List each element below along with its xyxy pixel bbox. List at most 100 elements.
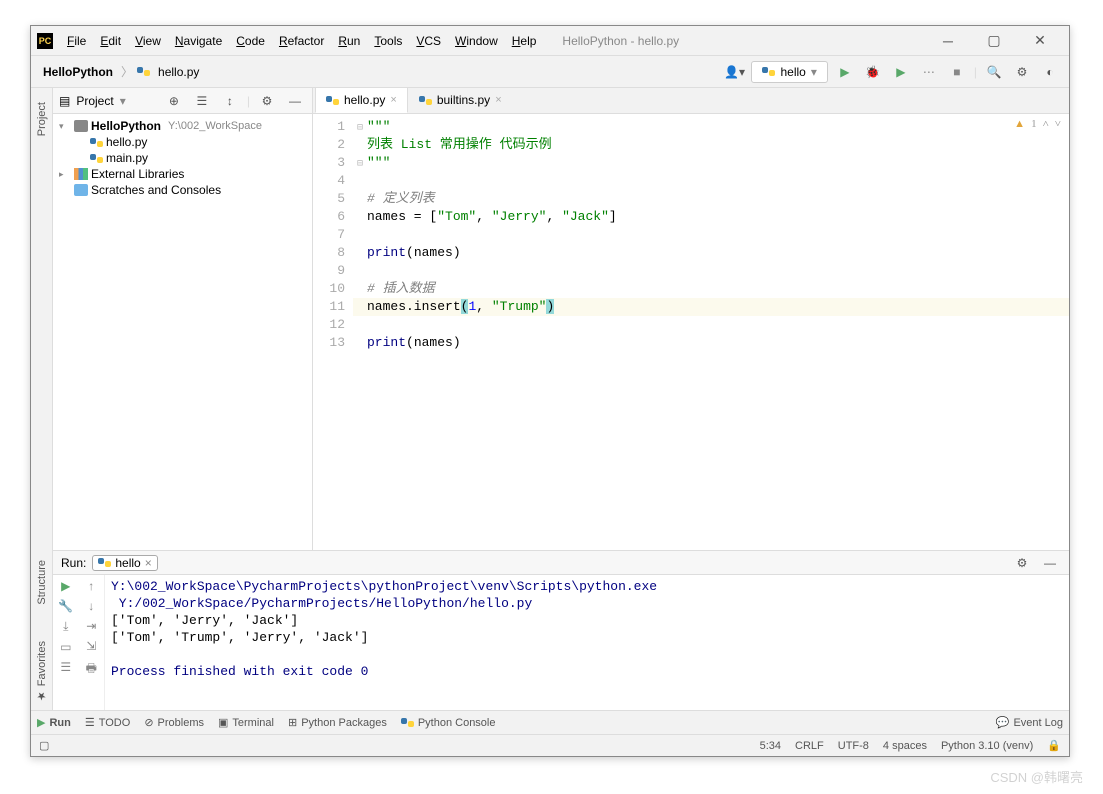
menu-file[interactable]: File	[61, 31, 92, 51]
gear-icon[interactable]: ⚙	[1011, 552, 1033, 574]
bottom-todo[interactable]: ☰TODO	[85, 716, 130, 729]
up-arrow-icon[interactable]: ↑	[88, 579, 94, 593]
upper-split: ▤ Project ▾ ⊕ ☰ ↕ | ⚙ — ▾	[53, 88, 1069, 550]
tree-file[interactable]: hello.py	[53, 134, 312, 150]
project-header-title[interactable]: Project	[76, 94, 113, 108]
layout-icon[interactable]: ▭	[60, 640, 71, 654]
sidebar-favorites-tab[interactable]: ★ Favorites	[33, 633, 50, 710]
console-output[interactable]: Y:\002_WorkSpace\PycharmProjects\pythonP…	[105, 575, 1069, 710]
chevron-up-icon[interactable]: ˄	[1043, 118, 1049, 130]
ide-window: PC FileEditViewNavigateCodeRefactorRunTo…	[30, 25, 1070, 757]
close-tab-icon[interactable]: ×	[390, 94, 396, 106]
run-tab[interactable]: hello ×	[92, 555, 157, 571]
hide-icon[interactable]: —	[1039, 552, 1061, 574]
hide-icon[interactable]: —	[284, 90, 306, 112]
encoding[interactable]: UTF-8	[838, 740, 869, 752]
wrap-icon[interactable]: ⇥	[86, 619, 96, 633]
inspection-widget[interactable]: ▲ 1 ˄ ˅	[1014, 118, 1061, 130]
sidebar-project-tab[interactable]: Project	[34, 94, 50, 144]
python-icon	[98, 556, 111, 569]
chevron-right-icon[interactable]: ▸	[59, 169, 71, 180]
code-area[interactable]: ⊟"""列表 List 常用操作 代码示例⊟"""# 定义列表names = […	[353, 114, 1069, 550]
scratches-icon	[74, 184, 88, 196]
bottom-problems[interactable]: ⊘Problems	[144, 716, 204, 729]
run-config-name: hello	[780, 65, 805, 79]
tree-file[interactable]: main.py	[53, 150, 312, 166]
editor-tab[interactable]: hello.py×	[315, 87, 408, 113]
bottom-run[interactable]: ▶Run	[37, 716, 71, 729]
menu-code[interactable]: Code	[230, 31, 271, 51]
menu-refactor[interactable]: Refactor	[273, 31, 330, 51]
menu-window[interactable]: Window	[449, 31, 504, 51]
menu-help[interactable]: Help	[506, 31, 543, 51]
chevron-down-icon[interactable]: ˅	[1055, 118, 1061, 130]
line-ending[interactable]: CRLF	[795, 740, 824, 752]
expand-all-icon[interactable]: ☰	[191, 90, 213, 112]
chevron-down-icon[interactable]: ▾	[59, 121, 71, 132]
collapse-all-icon[interactable]: ↕	[219, 90, 241, 112]
breadcrumb-file[interactable]: hello.py	[154, 63, 203, 81]
run-coverage-button[interactable]: ▶	[890, 61, 912, 83]
editor-tabs: hello.py×builtins.py×	[313, 88, 1069, 114]
run-toolbar: ▶ 🔧 ⤓ ▭ ☰ ↑ ↓ ⇥ ⇲ 🖶	[53, 575, 105, 710]
settings-icon[interactable]: ⚙	[1011, 61, 1033, 83]
rerun-button[interactable]: ▶	[61, 579, 70, 593]
debug-button[interactable]: 🐞	[862, 61, 884, 83]
maximize-button[interactable]: ▢	[971, 27, 1017, 55]
down-arrow-icon[interactable]: ↓	[88, 599, 94, 613]
toolwindow-toggle-icon[interactable]: ▢	[39, 739, 49, 752]
python-file-icon	[90, 152, 103, 165]
menu-navigate[interactable]: Navigate	[169, 31, 228, 51]
menu-run[interactable]: Run	[332, 31, 366, 51]
app-icon: PC	[37, 33, 53, 49]
scroll-icon[interactable]: ⇲	[86, 639, 96, 653]
content-area: ▤ Project ▾ ⊕ ☰ ↕ | ⚙ — ▾	[53, 88, 1069, 710]
attach-button[interactable]: ⋯	[918, 61, 940, 83]
search-icon[interactable]: 🔍	[983, 61, 1005, 83]
menu-edit[interactable]: Edit	[94, 31, 127, 51]
close-tab-icon[interactable]: ×	[495, 94, 501, 106]
down-icon[interactable]: ⤓	[63, 619, 68, 634]
close-button[interactable]: ✕	[1017, 27, 1063, 55]
code-editor[interactable]: 12345678910111213 ⊟"""列表 List 常用操作 代码示例⊟…	[313, 114, 1069, 550]
library-icon	[74, 168, 88, 180]
tree-external-libs[interactable]: ▸ External Libraries	[53, 166, 312, 182]
lock-icon[interactable]: 🔒	[1047, 739, 1061, 752]
main-area: Project Structure ★ Favorites ▤ Project …	[31, 88, 1069, 710]
breadcrumb-separator-icon: 〉	[121, 63, 133, 80]
gear-icon[interactable]: ⚙	[256, 90, 278, 112]
left-sidebar: Project Structure ★ Favorites	[31, 88, 53, 710]
filter-icon[interactable]: ☰	[60, 660, 71, 674]
bottom-packages[interactable]: ⊞Python Packages	[288, 716, 387, 729]
user-icon[interactable]: 👤▾	[723, 61, 745, 83]
sidebar-structure-tab[interactable]: Structure	[34, 552, 50, 613]
interpreter[interactable]: Python 3.10 (venv)	[941, 740, 1033, 752]
locate-icon[interactable]: ⊕	[163, 90, 185, 112]
menu-view[interactable]: View	[129, 31, 167, 51]
editor-pane: hello.py×builtins.py× 12345678910111213 …	[313, 88, 1069, 550]
indent[interactable]: 4 spaces	[883, 740, 927, 752]
bottom-eventlog[interactable]: 💬Event Log	[996, 716, 1063, 729]
run-button[interactable]: ▶	[834, 61, 856, 83]
status-bar: ▢ 5:34 CRLF UTF-8 4 spaces Python 3.10 (…	[31, 734, 1069, 756]
tree-scratches[interactable]: Scratches and Consoles	[53, 182, 312, 198]
cursor-position[interactable]: 5:34	[760, 740, 781, 752]
run-tool-window: Run: hello × ⚙ — ▶ 🔧 ⤓	[53, 550, 1069, 710]
project-header: ▤ Project ▾ ⊕ ☰ ↕ | ⚙ —	[53, 88, 312, 114]
editor-tab[interactable]: builtins.py×	[408, 87, 513, 113]
bottom-terminal[interactable]: ▣Terminal	[218, 716, 274, 729]
minimize-button[interactable]: ─	[925, 27, 971, 55]
project-tree[interactable]: ▾ HelloPython Y:\002_WorkSpace hello.py …	[53, 114, 312, 550]
print-icon[interactable]: 🖶	[86, 659, 97, 680]
bottom-console[interactable]: Python Console	[401, 716, 496, 729]
run-config-selector[interactable]: hello ▾	[751, 61, 827, 83]
stop-button[interactable]: ■	[946, 61, 968, 83]
menu-tools[interactable]: Tools	[368, 31, 408, 51]
wrench-icon[interactable]: 🔧	[58, 599, 73, 613]
tree-root[interactable]: ▾ HelloPython Y:\002_WorkSpace	[53, 118, 312, 134]
main-menu: FileEditViewNavigateCodeRefactorRunTools…	[61, 31, 542, 51]
breadcrumb-root[interactable]: HelloPython	[39, 63, 117, 81]
ide-updates-icon[interactable]: ◐	[1039, 61, 1061, 83]
menu-vcs[interactable]: VCS	[410, 31, 447, 51]
python-file-icon	[419, 94, 432, 107]
